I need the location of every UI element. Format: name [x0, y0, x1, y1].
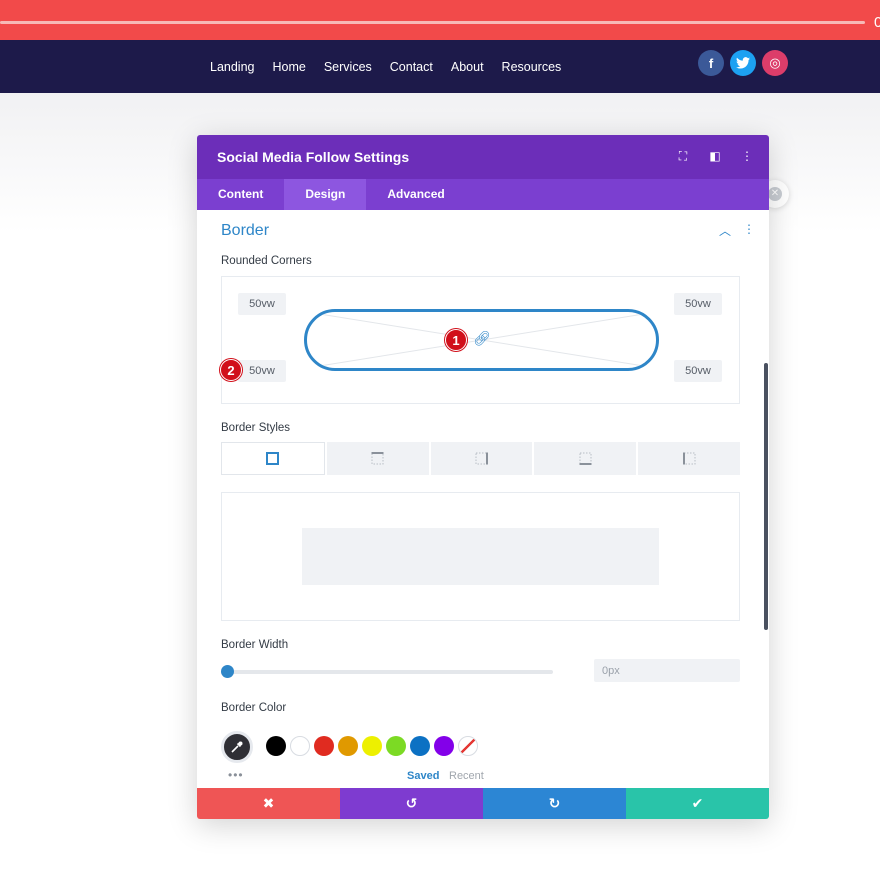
nav-links: Landing Home Services Contact About Reso…	[210, 40, 561, 93]
color-swatches	[266, 736, 478, 756]
annotation-badge-1: 1	[445, 329, 467, 351]
section-menu-icon[interactable]: ⋮	[743, 222, 755, 239]
instagram-icon[interactable]: ◎	[762, 50, 788, 76]
annotation-badge-2: 2	[220, 359, 242, 381]
tab-advanced[interactable]: Advanced	[366, 179, 465, 210]
saved-colors-tab[interactable]: Saved	[407, 770, 439, 782]
cancel-button[interactable]: ✖	[197, 788, 340, 819]
eyedropper-icon	[231, 741, 243, 753]
modal-footer: ✖ ↺ ↻ ✔	[197, 788, 769, 819]
progress-count: 0	[874, 14, 880, 31]
modal-tabs: Content Design Advanced	[197, 179, 769, 210]
top-progress-bar: 0	[0, 0, 880, 40]
chevron-up-icon[interactable]: ︿	[719, 222, 731, 239]
recent-colors-tab[interactable]: Recent	[449, 770, 484, 782]
modal-scrollbar[interactable]	[764, 363, 768, 630]
eyedropper-button[interactable]	[221, 731, 253, 763]
nav-link-contact[interactable]: Contact	[390, 60, 433, 74]
no-color-swatch[interactable]	[458, 736, 478, 756]
color-swatch[interactable]	[362, 736, 382, 756]
border-style-all[interactable]	[221, 442, 325, 475]
border-right-icon	[475, 452, 488, 465]
section-title[interactable]: Border	[221, 222, 269, 240]
border-style-top[interactable]	[326, 442, 429, 475]
nav-link-resources[interactable]: Resources	[502, 60, 562, 74]
modal-title: Social Media Follow Settings	[217, 149, 410, 165]
nav-link-home[interactable]: Home	[273, 60, 306, 74]
undo-button[interactable]: ↺	[340, 788, 483, 819]
nav-link-services[interactable]: Services	[324, 60, 372, 74]
modal-header: Social Media Follow Settings ⛶ ◧ ⋮	[197, 135, 769, 179]
color-swatch[interactable]	[314, 736, 334, 756]
bottom-right-corner-input[interactable]: 50vw	[674, 360, 722, 382]
border-width-label: Border Width	[221, 639, 289, 651]
border-styles-selector	[221, 442, 740, 475]
color-swatch[interactable]	[266, 736, 286, 756]
rounded-corners-label: Rounded Corners	[221, 255, 312, 267]
border-all-icon	[266, 452, 280, 465]
bottom-left-corner-input[interactable]: 50vw	[238, 360, 286, 382]
save-button[interactable]: ✔	[626, 788, 769, 819]
top-right-corner-input[interactable]: 50vw	[674, 293, 722, 315]
facebook-icon[interactable]: f	[698, 50, 724, 76]
color-swatch[interactable]	[290, 736, 310, 756]
more-options-icon[interactable]: ⋮	[739, 149, 755, 164]
border-left-icon	[682, 452, 696, 465]
border-color-label: Border Color	[221, 702, 287, 714]
color-swatch[interactable]	[410, 736, 430, 756]
tab-content[interactable]: Content	[197, 179, 284, 210]
border-width-slider-handle[interactable]	[221, 665, 234, 678]
border-bottom-icon	[579, 452, 592, 465]
tab-design[interactable]: Design	[284, 179, 367, 210]
sidebar-toggle-icon[interactable]: ◧	[707, 149, 723, 164]
color-swatch[interactable]	[338, 736, 358, 756]
color-swatch[interactable]	[434, 736, 454, 756]
border-preview-box	[221, 492, 740, 621]
header-actions: ⛶ ◧ ⋮	[675, 149, 755, 164]
more-colors-icon[interactable]: •••	[228, 768, 244, 782]
link-corners-icon[interactable]: 🔗︎	[473, 330, 491, 347]
fullscreen-icon[interactable]: ⛶	[675, 149, 691, 164]
settings-modal: Social Media Follow Settings ⛶ ◧ ⋮ Conte…	[197, 135, 769, 819]
progress-track	[0, 21, 865, 24]
border-style-left[interactable]	[638, 442, 740, 475]
redo-button[interactable]: ↻	[483, 788, 626, 819]
nav-link-landing[interactable]: Landing	[210, 60, 255, 74]
top-left-corner-input[interactable]: 50vw	[238, 293, 286, 315]
color-swatch[interactable]	[386, 736, 406, 756]
border-styles-label: Border Styles	[221, 422, 291, 434]
border-top-icon	[371, 452, 384, 465]
border-width-input[interactable]: 0px	[594, 659, 740, 682]
close-icon: ✕	[768, 187, 782, 201]
border-style-right[interactable]	[430, 442, 533, 475]
rounded-corners-control: 50vw 50vw 50vw 50vw 🔗︎ 1	[221, 276, 740, 404]
border-preview-inner	[302, 528, 659, 585]
modal-body: Border ︿ ⋮ Rounded Corners 50vw 50vw 50v…	[197, 210, 769, 788]
site-navigation: Landing Home Services Contact About Reso…	[0, 40, 880, 93]
social-icons: f ◎	[698, 50, 788, 76]
border-style-bottom[interactable]	[534, 442, 637, 475]
nav-link-about[interactable]: About	[451, 60, 484, 74]
twitter-icon[interactable]	[730, 50, 756, 76]
border-width-slider-track[interactable]	[226, 670, 553, 674]
section-controls: ︿ ⋮	[719, 222, 755, 239]
